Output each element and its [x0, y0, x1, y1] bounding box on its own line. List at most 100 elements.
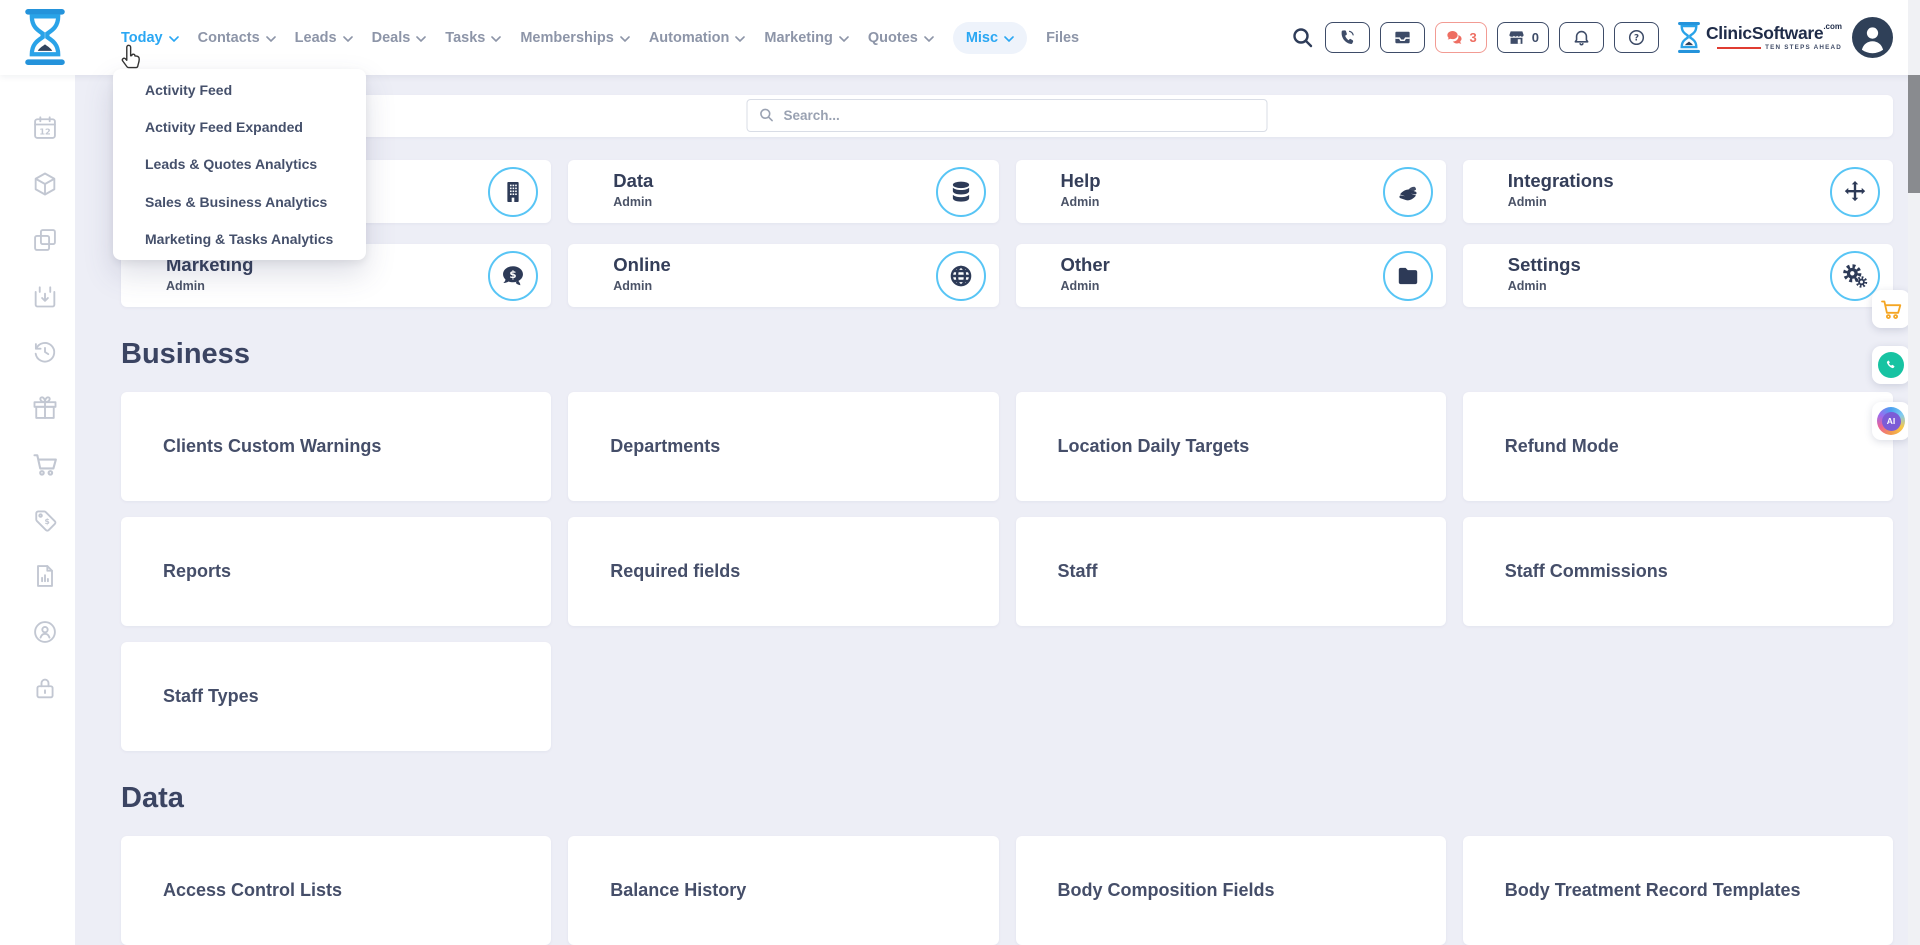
move-arrows-icon — [1830, 167, 1880, 217]
dropdown-item-activity-feed-expanded[interactable]: Activity Feed Expanded — [113, 108, 366, 145]
admin-card-settings[interactable]: Settings Admin — [1463, 244, 1893, 307]
search-icon[interactable] — [1291, 26, 1315, 50]
floating-action-buttons: AI — [1872, 290, 1910, 440]
dropdown-item-marketing-tasks-analytics[interactable]: Marketing & Tasks Analytics — [113, 221, 366, 258]
ai-icon: AI — [1877, 407, 1905, 435]
phone-icon — [1338, 28, 1357, 47]
price-tag-icon[interactable]: $ — [31, 506, 59, 534]
main-content: Data Admin Help Admin Integrations Admin — [121, 0, 1893, 945]
card-access-control-lists[interactable]: Access Control Lists — [121, 836, 551, 945]
card-location-daily-targets[interactable]: Location Daily Targets — [1016, 392, 1446, 501]
menu-item-leads[interactable]: Leads — [295, 30, 353, 46]
menu-item-files[interactable]: Files — [1046, 30, 1079, 46]
admin-card-grid: Data Admin Help Admin Integrations Admin — [121, 160, 1893, 307]
menu-label: Marketing — [764, 30, 833, 46]
menu-item-today[interactable]: Today — [121, 30, 179, 46]
menu-label: Files — [1046, 30, 1079, 46]
phone-button[interactable] — [1325, 22, 1370, 53]
lock-icon[interactable] — [31, 674, 59, 702]
menu-label: Memberships — [520, 30, 613, 46]
card-refund-mode[interactable]: Refund Mode — [1463, 392, 1893, 501]
admin-card-integrations[interactable]: Integrations Admin — [1463, 160, 1893, 223]
menu-label: Leads — [295, 30, 337, 46]
register-button[interactable]: 0 — [1497, 22, 1549, 53]
svg-text:?: ? — [1634, 34, 1639, 44]
svg-text:$: $ — [510, 269, 517, 281]
menu-item-memberships[interactable]: Memberships — [520, 30, 629, 46]
card-label: Required fields — [610, 561, 740, 582]
menu-item-deals[interactable]: Deals — [372, 30, 427, 46]
globe-icon — [936, 251, 986, 301]
menu-item-misc[interactable]: Misc — [953, 22, 1027, 54]
card-label: Departments — [610, 436, 720, 457]
whatsapp-icon — [1878, 352, 1904, 378]
menu-label: Automation — [649, 30, 730, 46]
calendar-12-icon[interactable]: 12 — [31, 114, 59, 142]
card-label: Staff Types — [163, 686, 259, 707]
top-navbar: Today Contacts Leads Deals Tasks Members… — [0, 0, 1920, 75]
card-staff-types[interactable]: Staff Types — [121, 642, 551, 751]
chevron-down-icon — [343, 36, 353, 42]
chat-button[interactable]: 3 — [1435, 22, 1487, 53]
menu-item-contacts[interactable]: Contacts — [198, 30, 276, 46]
copy-icon[interactable] — [31, 226, 59, 254]
card-staff[interactable]: Staff — [1016, 517, 1446, 626]
main-menu: Today Contacts Leads Deals Tasks Members… — [121, 0, 1079, 75]
card-reports[interactable]: Reports — [121, 517, 551, 626]
user-status-icon[interactable] — [31, 618, 59, 646]
global-search-input[interactable] — [747, 99, 1268, 132]
menu-label: Quotes — [868, 30, 918, 46]
cart-icon[interactable] — [31, 450, 59, 478]
card-staff-commissions[interactable]: Staff Commissions — [1463, 517, 1893, 626]
chevron-down-icon — [266, 36, 276, 42]
card-clients-custom-warnings[interactable]: Clients Custom Warnings — [121, 392, 551, 501]
card-departments[interactable]: Departments — [568, 392, 998, 501]
svg-text:$: $ — [44, 517, 49, 526]
card-body-composition-fields[interactable]: Body Composition Fields — [1016, 836, 1446, 945]
app-logo-hourglass-icon[interactable] — [22, 9, 68, 65]
card-label: Access Control Lists — [163, 880, 342, 901]
chevron-down-icon — [924, 36, 934, 42]
user-avatar[interactable] — [1852, 17, 1893, 58]
report-document-icon[interactable] — [31, 562, 59, 590]
admin-card-online[interactable]: Online Admin — [568, 244, 998, 307]
folder-icon — [1383, 251, 1433, 301]
dropdown-item-leads-quotes-analytics[interactable]: Leads & Quotes Analytics — [113, 146, 366, 183]
brand-redline — [1717, 47, 1761, 49]
card-label: Staff — [1058, 561, 1098, 582]
order-intake-icon[interactable] — [31, 282, 59, 310]
card-balance-history[interactable]: Balance History — [568, 836, 998, 945]
floating-ai-button[interactable]: AI — [1872, 402, 1910, 440]
card-label: Body Treatment Record Templates — [1505, 880, 1801, 901]
menu-label: Deals — [372, 30, 411, 46]
menu-item-quotes[interactable]: Quotes — [868, 30, 934, 46]
history-icon[interactable] — [31, 338, 59, 366]
dropdown-item-sales-business-analytics[interactable]: Sales & Business Analytics — [113, 183, 366, 220]
admin-card-other[interactable]: Other Admin — [1016, 244, 1446, 307]
dropdown-item-activity-feed[interactable]: Activity Feed — [113, 71, 366, 108]
admin-card-data[interactable]: Data Admin — [568, 160, 998, 223]
chevron-down-icon — [491, 36, 501, 42]
card-label: Reports — [163, 561, 231, 582]
brand-tld: .com — [1823, 22, 1842, 31]
card-body-treatment-record-templates[interactable]: Body Treatment Record Templates — [1463, 836, 1893, 945]
clinicsoftware-logo[interactable]: ClinicSoftware.com TEN STEPS AHEAD — [1677, 22, 1842, 53]
brand-name: ClinicSoftware — [1706, 23, 1823, 43]
card-required-fields[interactable]: Required fields — [568, 517, 998, 626]
floating-cart-button[interactable] — [1872, 290, 1910, 328]
gift-icon[interactable] — [31, 394, 59, 422]
search-input-icon — [759, 107, 775, 123]
package-icon[interactable] — [31, 170, 59, 198]
inbox-icon — [1393, 28, 1412, 47]
notifications-button[interactable] — [1559, 22, 1604, 53]
menu-item-automation[interactable]: Automation — [649, 30, 746, 46]
brand-tagline: TEN STEPS AHEAD — [1765, 45, 1842, 51]
menu-item-tasks[interactable]: Tasks — [445, 30, 501, 46]
help-button[interactable]: ? — [1614, 22, 1659, 53]
admin-card-help[interactable]: Help Admin — [1016, 160, 1446, 223]
scrollbar-thumb[interactable] — [1908, 75, 1920, 193]
inbox-button[interactable] — [1380, 22, 1425, 53]
floating-whatsapp-button[interactable] — [1872, 346, 1910, 384]
store-icon — [1507, 28, 1526, 47]
menu-item-marketing[interactable]: Marketing — [764, 30, 849, 46]
